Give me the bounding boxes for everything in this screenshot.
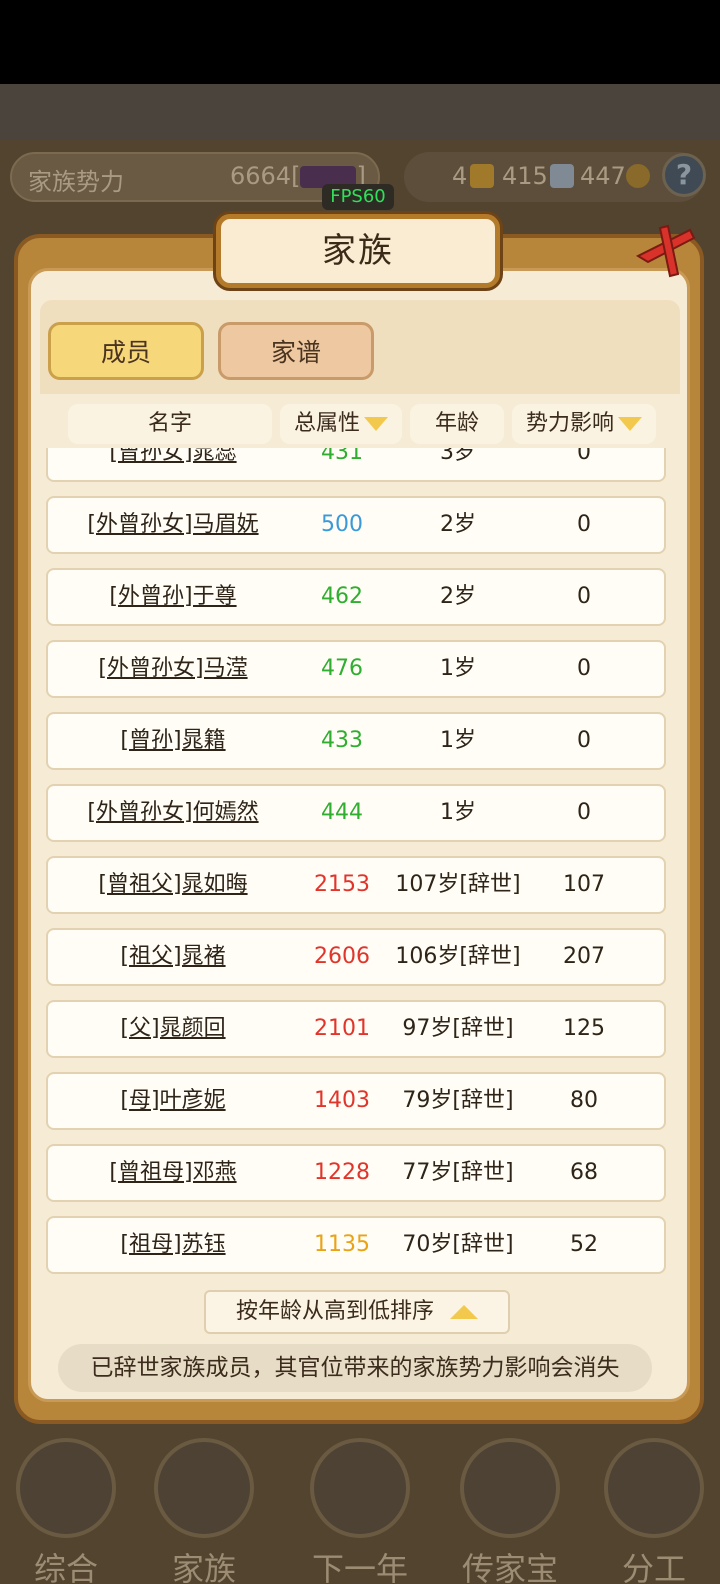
close-icon[interactable] xyxy=(630,216,702,288)
nav-next-year[interactable]: 下一年 xyxy=(304,1432,416,1584)
help-button[interactable]: ? xyxy=(662,153,706,197)
table-row[interactable]: [祖母]苏钰 1135 70岁[辞世] 52 xyxy=(46,1216,666,1274)
member-name[interactable]: [祖父]晁褚 xyxy=(120,944,225,969)
background-sky xyxy=(0,84,720,140)
member-name[interactable]: [曾祖母]邓燕 xyxy=(109,1160,236,1185)
silver-ingot-icon xyxy=(550,164,574,188)
tab-family-tree[interactable]: 家谱 xyxy=(218,322,374,380)
member-attr: 433 xyxy=(321,728,363,753)
table-row[interactable]: [曾祖母]邓燕 1228 77岁[辞世] 68 xyxy=(46,1144,666,1202)
member-name[interactable]: [父]晁颜回 xyxy=(120,1016,225,1041)
table-row[interactable]: [曾祖父]晁如晦 2153 107岁[辞世] 107 xyxy=(46,856,666,914)
deceased-notice: 已辞世家族成员，其官位带来的家族势力影响会消失 xyxy=(58,1344,652,1392)
column-header-attr[interactable]: 总属性 xyxy=(280,404,402,444)
member-list[interactable]: [曾孙女]晁蕊 431 3岁 0 [外曾孙女]马眉妩 500 2岁 0 [外曾孙… xyxy=(46,448,666,1282)
member-influence: 0 xyxy=(577,656,591,681)
member-age: 97岁[辞世] xyxy=(402,1016,514,1041)
nav-overview[interactable]: 综合 xyxy=(10,1432,122,1584)
table-row[interactable]: [外曾孙女]马滢 476 1岁 0 xyxy=(46,640,666,698)
member-influence: 0 xyxy=(577,512,591,537)
member-attr: 1228 xyxy=(314,1160,370,1185)
member-age: 2岁 xyxy=(440,584,476,609)
member-name[interactable]: [外曾孙]于尊 xyxy=(109,584,236,609)
table-row[interactable]: [母]叶彦妮 1403 79岁[辞世] 80 xyxy=(46,1072,666,1130)
member-influence: 52 xyxy=(570,1232,598,1257)
nav-family[interactable]: 家族 xyxy=(148,1432,260,1584)
member-influence: 68 xyxy=(570,1160,598,1185)
copper-coin-icon xyxy=(626,164,650,188)
member-influence: 0 xyxy=(577,800,591,825)
member-attr: 2101 xyxy=(314,1016,370,1041)
member-name[interactable]: [曾祖父]晁如晦 xyxy=(98,872,247,897)
member-name[interactable]: [母]叶彦妮 xyxy=(120,1088,225,1113)
family-power-label: 家族势力 xyxy=(28,168,124,196)
member-attr: 1403 xyxy=(314,1088,370,1113)
table-row[interactable]: [外曾孙]于尊 462 2岁 0 xyxy=(46,568,666,626)
member-influence: 0 xyxy=(577,584,591,609)
table-row[interactable]: [曾孙女]晁蕊 431 3岁 0 xyxy=(46,448,666,482)
nav-division[interactable]: 分工 xyxy=(598,1432,710,1584)
member-name[interactable]: [外曾孙女]马滢 xyxy=(98,656,247,681)
sort-down-icon xyxy=(364,417,388,431)
member-attr: 2153 xyxy=(314,872,370,897)
member-age: 77岁[辞世] xyxy=(402,1160,514,1185)
member-name[interactable]: [曾孙女]晁蕊 xyxy=(109,448,236,465)
member-influence: 0 xyxy=(577,448,591,465)
member-attr: 476 xyxy=(321,656,363,681)
member-influence: 107 xyxy=(563,872,605,897)
game-screen: 家族势力 6664[] 4 415 447 ? FPS60 家族 成员 家谱 名… xyxy=(0,0,720,1584)
copper-value: 447 xyxy=(580,162,626,190)
sort-by-age-button[interactable]: 按年龄从高到低排序 xyxy=(204,1290,510,1334)
member-age: 1岁 xyxy=(440,728,476,753)
scroll-icon xyxy=(16,1438,116,1538)
member-name[interactable]: [曾孙]晁籍 xyxy=(120,728,225,753)
column-header-influence[interactable]: 势力影响 xyxy=(512,404,656,444)
member-attr: 444 xyxy=(321,800,363,825)
member-attr: 431 xyxy=(321,448,363,465)
gold-ingot-icon xyxy=(470,164,494,188)
member-influence: 80 xyxy=(570,1088,598,1113)
member-name[interactable]: [祖母]苏钰 xyxy=(120,1232,225,1257)
table-row[interactable]: [父]晁颜回 2101 97岁[辞世] 125 xyxy=(46,1000,666,1058)
member-attr: 500 xyxy=(321,512,363,537)
member-age: 3岁 xyxy=(440,448,476,465)
member-name[interactable]: [外曾孙女]何嫣然 xyxy=(87,800,258,825)
column-header-age[interactable]: 年龄 xyxy=(410,404,504,444)
modal-title-plate: 家族 xyxy=(216,214,500,288)
sort-down-icon xyxy=(618,417,642,431)
member-influence: 0 xyxy=(577,728,591,753)
member-age: 2岁 xyxy=(440,512,476,537)
member-age: 1岁 xyxy=(440,800,476,825)
table-row[interactable]: [外曾孙女]何嫣然 444 1岁 0 xyxy=(46,784,666,842)
member-attr: 1135 xyxy=(314,1232,370,1257)
member-age: 107岁[辞世] xyxy=(395,872,521,897)
jade-icon xyxy=(460,1438,560,1538)
column-header-name[interactable]: 名字 xyxy=(68,404,272,444)
modal-title: 家族 xyxy=(322,231,394,271)
member-name[interactable]: [外曾孙女]马眉妩 xyxy=(87,512,258,537)
sort-up-icon xyxy=(450,1305,478,1319)
member-attr: 462 xyxy=(321,584,363,609)
gold-value: 4 xyxy=(452,162,468,190)
table-row[interactable]: [曾孙]晁籍 433 1岁 0 xyxy=(46,712,666,770)
member-age: 1岁 xyxy=(440,656,476,681)
resource-bar: 4 415 447 xyxy=(404,152,704,202)
table-row[interactable]: [祖父]晁褚 2606 106岁[辞世] 207 xyxy=(46,928,666,986)
fps-counter: FPS60 xyxy=(322,184,394,210)
member-influence: 207 xyxy=(563,944,605,969)
ancestral-hall-icon xyxy=(154,1438,254,1538)
member-age: 70岁[辞世] xyxy=(402,1232,514,1257)
member-age: 106岁[辞世] xyxy=(395,944,521,969)
member-attr: 2606 xyxy=(314,944,370,969)
portrait-icon xyxy=(604,1438,704,1538)
tab-members[interactable]: 成员 xyxy=(48,322,204,380)
nav-heirloom[interactable]: 传家宝 xyxy=(454,1432,566,1584)
mountain-icon xyxy=(310,1438,410,1538)
table-row[interactable]: [外曾孙女]马眉妩 500 2岁 0 xyxy=(46,496,666,554)
silver-value: 415 xyxy=(502,162,548,190)
member-age: 79岁[辞世] xyxy=(402,1088,514,1113)
member-influence: 125 xyxy=(563,1016,605,1041)
